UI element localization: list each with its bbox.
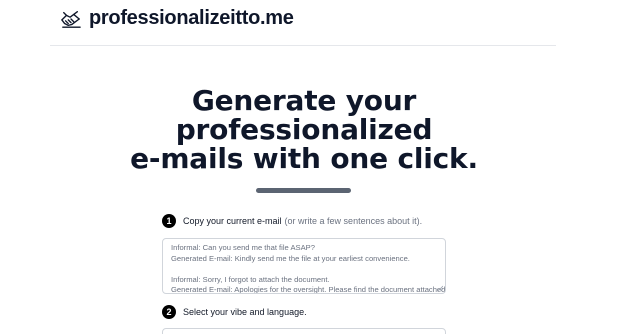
email-example-line: Generated E-mail: Kindly send me the fil…	[171, 253, 410, 263]
step-1-number: 1	[162, 214, 176, 228]
site-header: professionalizeitto.me	[50, 0, 556, 46]
step-2-text: Select your vibe and language.	[183, 307, 307, 317]
hero-line-3: e-mails with one click.	[130, 142, 478, 175]
email-example-line: Informal: Sorry, I forgot to attach the …	[171, 274, 330, 284]
email-input[interactable]: Informal: Can you send me that file ASAP…	[162, 238, 446, 294]
hero-title: Generate your professionalized e-mails w…	[0, 86, 608, 173]
step-1-text: Copy your current e-mail	[183, 216, 282, 226]
handshake-icon[interactable]	[60, 9, 82, 29]
email-example-line: Generated E-mail: Apologies for the over…	[171, 285, 446, 294]
step-1: 1 Copy your current e-mail (or write a f…	[162, 214, 422, 228]
hero-line-1: Generate your	[191, 84, 417, 117]
hero-line-2: professionalized	[175, 113, 433, 146]
email-example-line	[171, 264, 437, 275]
step-2: 2 Select your vibe and language.	[162, 305, 307, 319]
resize-handle-icon[interactable]	[437, 285, 443, 291]
vibe-select[interactable]	[162, 328, 446, 334]
hero-divider	[256, 188, 351, 193]
email-example-line: Informal: Can you send me that file ASAP…	[171, 243, 315, 252]
site-brand[interactable]: professionalizeitto.me	[89, 7, 294, 30]
step-1-hint: (or write a few sentences about it).	[284, 216, 423, 226]
step-2-number: 2	[162, 305, 176, 319]
